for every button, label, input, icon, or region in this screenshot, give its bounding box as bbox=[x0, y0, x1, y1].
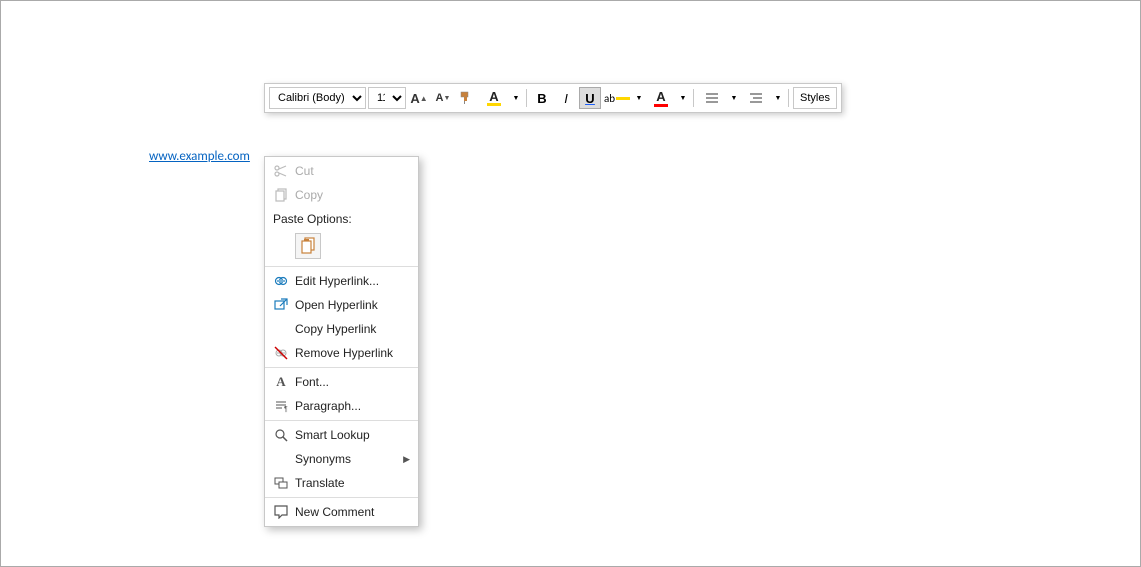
font-color2-dropdown-arrow: ▼ bbox=[680, 95, 687, 102]
remove-hyperlink-icon bbox=[273, 345, 289, 361]
copy-label: Copy bbox=[295, 188, 323, 202]
word-window: www.example.com Calibri (Body) 11 A▲ A▼ bbox=[0, 0, 1141, 567]
font-size-select[interactable]: 11 bbox=[368, 87, 406, 109]
synonyms-menu-item[interactable]: Synonyms ▶ bbox=[265, 447, 418, 471]
open-hyperlink-icon bbox=[273, 297, 289, 313]
font-color-button[interactable]: A bbox=[480, 87, 508, 109]
copy-hyperlink-label: Copy Hyperlink bbox=[295, 322, 376, 336]
italic-button[interactable]: I bbox=[555, 87, 577, 109]
separator-after-paragraph bbox=[265, 420, 418, 421]
list-dropdown[interactable]: ▼ bbox=[728, 87, 740, 109]
synonyms-icon bbox=[273, 451, 289, 467]
svg-text:¶: ¶ bbox=[284, 406, 288, 413]
context-menu: Cut Copy Paste Options: bbox=[264, 156, 419, 527]
synonyms-submenu-arrow: ▶ bbox=[403, 454, 410, 465]
remove-hyperlink-menu-item[interactable]: Remove Hyperlink bbox=[265, 341, 418, 365]
paste-options-label: Paste Options: bbox=[273, 212, 352, 226]
separator-after-translate bbox=[265, 497, 418, 498]
font-name-select[interactable]: Calibri (Body) bbox=[269, 87, 366, 109]
open-hyperlink-label: Open Hyperlink bbox=[295, 298, 378, 312]
cut-icon bbox=[273, 163, 289, 179]
shrink-font-button[interactable]: A▼ bbox=[432, 87, 454, 109]
remove-hyperlink-label: Remove Hyperlink bbox=[295, 346, 393, 360]
document-area: www.example.com Calibri (Body) 11 A▲ A▼ bbox=[1, 1, 1140, 566]
paste-options-section: Paste Options: bbox=[265, 207, 418, 231]
font-label: Font... bbox=[295, 375, 329, 389]
indent-button[interactable] bbox=[742, 87, 770, 109]
separator-after-paste bbox=[265, 266, 418, 267]
open-hyperlink-menu-item[interactable]: Open Hyperlink bbox=[265, 293, 418, 317]
font-color2-indicator bbox=[654, 104, 668, 107]
highlight-dropdown[interactable]: ▼ bbox=[633, 87, 645, 109]
copy-menu-item[interactable]: Copy bbox=[265, 183, 418, 207]
list-button[interactable] bbox=[698, 87, 726, 109]
separator-2 bbox=[693, 89, 694, 107]
new-comment-icon bbox=[273, 504, 289, 520]
separator-1 bbox=[526, 89, 527, 107]
new-comment-label: New Comment bbox=[295, 505, 374, 519]
paragraph-menu-item[interactable]: ¶ Paragraph... bbox=[265, 394, 418, 418]
synonyms-label: Synonyms bbox=[295, 452, 351, 466]
bold-button[interactable]: B bbox=[531, 87, 553, 109]
font-color-label: A bbox=[489, 90, 498, 103]
translate-menu-item[interactable]: Translate bbox=[265, 471, 418, 495]
edit-hyperlink-label: Edit Hyperlink... bbox=[295, 274, 379, 288]
font-color-indicator bbox=[487, 103, 501, 106]
paragraph-label: Paragraph... bbox=[295, 399, 361, 413]
italic-label: I bbox=[564, 91, 568, 106]
highlight-indicator bbox=[616, 97, 630, 100]
highlight-label: ab bbox=[604, 92, 615, 105]
font-color-dropdown[interactable]: ▼ bbox=[510, 87, 522, 109]
indent-icon bbox=[749, 92, 763, 104]
paste-icons-row bbox=[265, 231, 418, 264]
font-color2-button[interactable]: A bbox=[647, 87, 675, 109]
indent-dropdown-arrow: ▼ bbox=[775, 95, 782, 102]
copy-hyperlink-menu-item[interactable]: Copy Hyperlink bbox=[265, 317, 418, 341]
paste-keep-source-icon bbox=[299, 237, 317, 255]
font-color-dropdown-arrow: ▼ bbox=[513, 95, 520, 102]
mini-toolbar: Calibri (Body) 11 A▲ A▼ bbox=[264, 83, 842, 113]
format-painter-button[interactable] bbox=[456, 87, 478, 109]
translate-label: Translate bbox=[295, 476, 345, 490]
format-painter-icon bbox=[460, 91, 474, 105]
edit-hyperlink-menu-item[interactable]: Edit Hyperlink... bbox=[265, 269, 418, 293]
new-comment-menu-item[interactable]: New Comment bbox=[265, 500, 418, 524]
font-icon: A bbox=[273, 374, 289, 390]
styles-button[interactable]: Styles bbox=[793, 87, 837, 109]
smart-lookup-menu-item[interactable]: Smart Lookup bbox=[265, 423, 418, 447]
indent-dropdown[interactable]: ▼ bbox=[772, 87, 784, 109]
copy-icon bbox=[273, 187, 289, 203]
font-menu-item[interactable]: A Font... bbox=[265, 370, 418, 394]
underline-button[interactable]: U bbox=[579, 87, 601, 109]
underline-label: U bbox=[585, 91, 594, 106]
translate-icon bbox=[273, 475, 289, 491]
bold-label: B bbox=[537, 91, 546, 106]
paste-keep-source-button[interactable] bbox=[295, 233, 321, 259]
smart-lookup-icon bbox=[273, 427, 289, 443]
cut-label: Cut bbox=[295, 164, 314, 178]
grow-font-button[interactable]: A▲ bbox=[408, 87, 430, 109]
paragraph-icon: ¶ bbox=[273, 398, 289, 414]
smart-lookup-label: Smart Lookup bbox=[295, 428, 370, 442]
list-icon bbox=[705, 92, 719, 104]
highlight-dropdown-arrow: ▼ bbox=[636, 95, 643, 102]
font-color2-dropdown[interactable]: ▼ bbox=[677, 87, 689, 109]
separator-after-hyperlinks bbox=[265, 367, 418, 368]
copy-hyperlink-icon bbox=[273, 321, 289, 337]
font-color2-label: A bbox=[656, 89, 665, 104]
cut-menu-item[interactable]: Cut bbox=[265, 159, 418, 183]
list-dropdown-arrow: ▼ bbox=[731, 95, 738, 102]
highlight-button[interactable]: ab bbox=[603, 87, 631, 109]
hyperlink-text[interactable]: www.example.com bbox=[149, 149, 250, 164]
edit-hyperlink-icon bbox=[273, 273, 289, 289]
separator-3 bbox=[788, 89, 789, 107]
